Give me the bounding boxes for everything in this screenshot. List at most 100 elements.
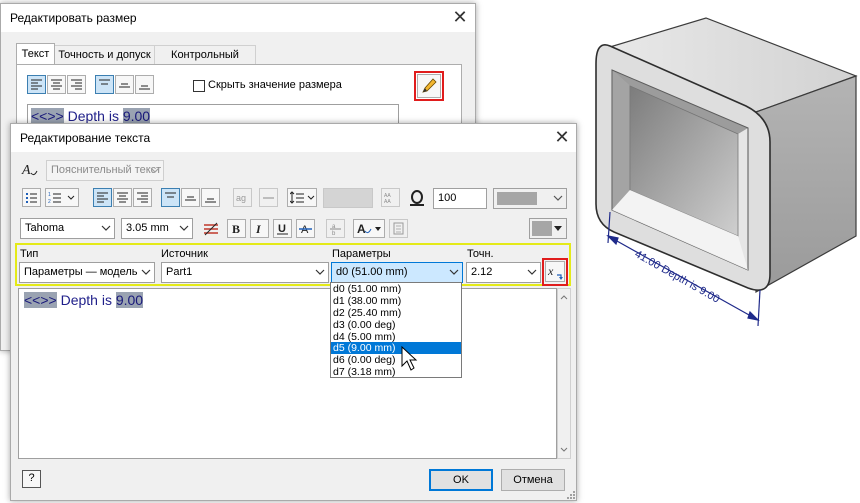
model-view: 41.00 Depth is 9.00 <box>595 17 858 327</box>
svg-text:A: A <box>357 222 366 235</box>
editor-scrollbar[interactable] <box>557 288 571 459</box>
params-label: Параметры <box>332 248 391 260</box>
list-item[interactable]: d0 (51.00 mm) <box>331 283 461 295</box>
text-editor[interactable]: <<>> Depth is 9.00 <box>18 288 557 459</box>
numbered-list-button[interactable]: 12 <box>45 188 79 207</box>
underline-button[interactable]: U <box>273 219 292 238</box>
tab-text-label: Текст <box>21 48 50 60</box>
valign-bottom-button[interactable] <box>135 75 154 94</box>
fraction-button[interactable]: ab <box>326 219 345 238</box>
hide-value-checkbox[interactable] <box>193 80 205 92</box>
edit-text-highlight <box>414 71 444 101</box>
align-center-button[interactable] <box>47 75 66 94</box>
tab-precision[interactable]: Точность и допуск <box>55 45 155 65</box>
valign-top-button[interactable] <box>161 188 180 207</box>
line-icon <box>263 197 274 199</box>
list-item[interactable]: d3 (0.00 deg) <box>331 319 461 331</box>
type-combo[interactable]: Параметры — модель <box>19 262 155 283</box>
chevron-down-icon <box>150 167 160 173</box>
tab-inspection[interactable]: Контрольный размер <box>155 45 256 79</box>
list-item[interactable]: d2 (25.40 mm) <box>331 307 461 319</box>
align-center-button[interactable] <box>113 188 132 207</box>
source-combo[interactable]: Part1 <box>161 262 329 283</box>
valign-middle-button[interactable] <box>115 75 134 94</box>
chevron-down-icon <box>527 269 537 275</box>
close-icon[interactable]: ✕ <box>449 8 471 28</box>
font-value: Tahoma <box>25 222 65 234</box>
valign-top-icon <box>99 79 110 85</box>
list-item-selected[interactable]: d5 (9.00 mm) <box>331 342 461 354</box>
align-left-button[interactable] <box>27 75 46 94</box>
align-right-button[interactable] <box>133 188 152 207</box>
tab-precision-label: Точность и допуск <box>58 49 151 61</box>
width-percent-value: 100 <box>438 192 457 204</box>
strikethrough-button[interactable]: A <box>296 219 315 238</box>
hide-value-label: Скрыть значение размера <box>208 79 342 91</box>
valign-top-button[interactable] <box>95 75 114 94</box>
stack-icon[interactable] <box>201 220 221 238</box>
text-edit-dialog: Редактирование текста ✕ A Пояснительный … <box>10 123 577 501</box>
chevron-down-icon <box>449 269 459 275</box>
width-percent-input[interactable]: 100 <box>433 188 487 209</box>
scroll-up-icon[interactable] <box>558 291 570 303</box>
ok-label: OK <box>453 474 469 486</box>
type-value: Параметры — модель <box>24 266 138 278</box>
bold-button[interactable]: B <box>227 219 246 238</box>
valign-top-icon <box>165 192 176 198</box>
list-item[interactable]: d7 (3.18 mm) <box>331 366 461 378</box>
precision-combo[interactable]: 2.12 <box>466 262 541 283</box>
chevron-down-icon <box>553 195 563 201</box>
font-size-combo[interactable]: 3.05 mm <box>121 218 193 239</box>
align-left-button[interactable] <box>93 188 112 207</box>
line-spacing-button[interactable] <box>287 188 317 207</box>
bullet-list-button[interactable] <box>22 188 41 207</box>
resize-grip-icon[interactable] <box>564 488 576 500</box>
list-item[interactable]: d6 (0.00 deg) <box>331 354 461 366</box>
align-right-icon <box>137 192 148 203</box>
list-item[interactable]: d4 (5.00 mm) <box>331 331 461 343</box>
params-dropdown-list[interactable]: d0 (51.00 mm) d1 (38.00 mm) d2 (25.40 mm… <box>330 282 462 378</box>
stretch-button[interactable]: AA AA <box>381 188 400 207</box>
bullet-list-icon <box>26 193 37 203</box>
source-label: Источник <box>161 248 208 260</box>
tab-text[interactable]: Текст <box>16 43 55 65</box>
text-stretch-icon: AAAA <box>384 193 391 204</box>
type-label: Тип <box>20 248 39 260</box>
symbol-icon: A <box>357 222 381 235</box>
help-button[interactable]: ? <box>22 470 41 488</box>
ok-button[interactable]: OK <box>429 469 493 491</box>
close-icon[interactable]: ✕ <box>551 128 573 148</box>
insert-field-button[interactable] <box>389 219 408 238</box>
symbol-button[interactable]: A <box>353 219 385 238</box>
svg-text:U: U <box>278 223 286 235</box>
chevron-down-icon <box>315 269 325 275</box>
italic-icon: I <box>255 222 262 235</box>
list-item[interactable]: d1 (38.00 mm) <box>331 295 461 307</box>
text-style-combo[interactable]: Пояснительный текст <box>46 160 164 181</box>
editor-text: Depth is <box>60 292 112 308</box>
mouse-cursor-icon <box>401 346 418 371</box>
svg-text:1: 1 <box>48 192 51 198</box>
align-left-icon <box>97 192 108 203</box>
strike-line-button[interactable] <box>259 188 278 207</box>
italic-button[interactable]: I <box>250 219 269 238</box>
valign-bottom-icon <box>139 85 150 90</box>
align-right-button[interactable] <box>67 75 86 94</box>
font-combo[interactable]: Tahoma <box>20 218 115 239</box>
params-combo[interactable]: d0 (51.00 mm) <box>331 262 463 283</box>
svg-text:I: I <box>255 222 262 235</box>
chevron-down-icon <box>101 225 111 231</box>
cancel-button[interactable]: Отмена <box>501 469 565 491</box>
font-size-value: 3.05 mm <box>126 222 169 234</box>
preview-text: Depth is <box>67 108 119 124</box>
color-combo[interactable] <box>493 188 567 209</box>
scroll-down-icon[interactable] <box>558 444 570 456</box>
text-color-combo[interactable] <box>529 218 567 239</box>
valign-bottom-button[interactable] <box>201 188 220 207</box>
svg-text:2: 2 <box>48 199 51 204</box>
bold-icon: B <box>232 222 240 235</box>
case-button[interactable]: ag <box>233 188 252 207</box>
valign-middle-button[interactable] <box>181 188 200 207</box>
valign-middle-icon <box>185 196 196 201</box>
line-spacing-icon <box>290 191 315 204</box>
